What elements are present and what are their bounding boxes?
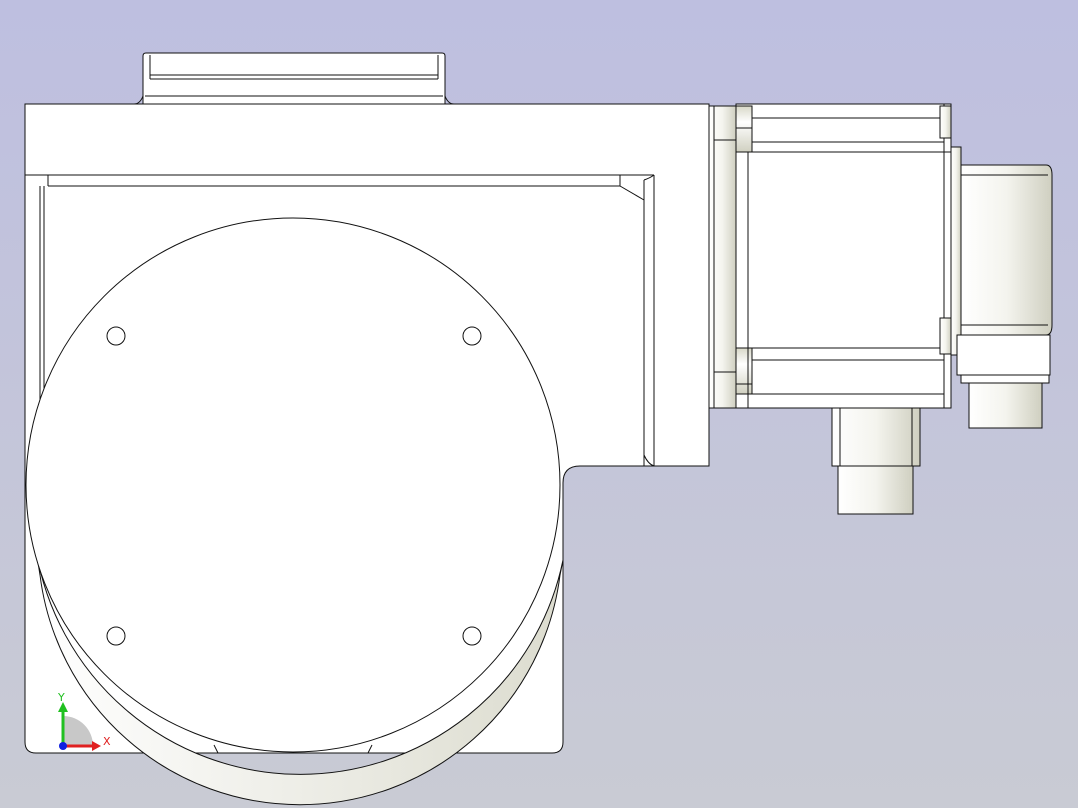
motor-encoder-cap[interactable] <box>950 146 1053 356</box>
triad-x-label: X <box>103 735 111 748</box>
cad-scene[interactable]: Y X <box>0 0 1078 808</box>
motor-flange[interactable] <box>708 105 737 409</box>
top-flange[interactable] <box>133 52 455 105</box>
graphics-viewport[interactable]: Y X <box>0 0 1078 808</box>
mounting-hole-bottom-left[interactable] <box>106 626 126 646</box>
rotary-table-disk[interactable] <box>25 217 561 753</box>
mounting-hole-bottom-right[interactable] <box>462 626 482 646</box>
triad-z-axis <box>59 742 67 750</box>
mounting-hole-top-right[interactable] <box>462 326 482 346</box>
triad-y-label: Y <box>57 691 65 704</box>
servo-motor-body[interactable] <box>735 103 952 409</box>
encoder-connector[interactable] <box>956 334 1051 429</box>
mounting-hole-top-left[interactable] <box>106 326 126 346</box>
power-connector[interactable] <box>831 407 921 515</box>
